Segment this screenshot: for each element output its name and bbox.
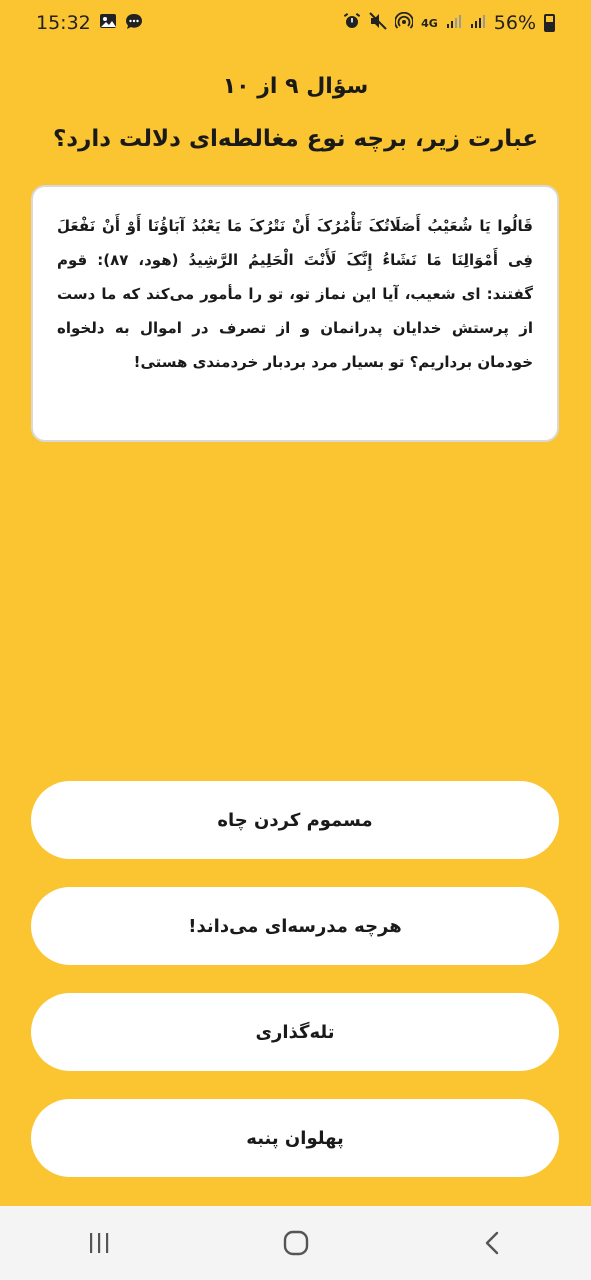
option-button-4[interactable]: پهلوان پنبه (31, 1099, 559, 1177)
navigation-bar (0, 1206, 591, 1280)
network-type: 4G (421, 16, 438, 30)
option-label: تله‌گذاری (255, 1021, 335, 1043)
recent-apps-icon[interactable] (69, 1223, 129, 1263)
back-icon[interactable] (463, 1223, 523, 1263)
hotspot-icon (394, 11, 414, 34)
status-bar: 15:32 4G 56% (0, 0, 591, 46)
signal-icon (470, 13, 486, 33)
option-button-2[interactable]: هرچه مدرسه‌ای می‌داند! (31, 887, 559, 965)
option-label: هرچه مدرسه‌ای می‌داند! (188, 915, 402, 937)
status-left: 15:32 (36, 12, 143, 34)
question-title: عبارت زیر، برچه نوع مغالطه‌ای دلالت دارد… (52, 126, 539, 152)
status-right: 4G 56% (343, 11, 555, 34)
option-label: مسموم کردن چاه (217, 809, 373, 831)
question-counter: سؤال ۹ از ۱۰ (222, 74, 369, 99)
gallery-icon (99, 12, 117, 34)
battery-icon (544, 14, 555, 32)
alarm-icon (343, 12, 361, 34)
signal-icon (446, 13, 462, 33)
option-button-1[interactable]: مسموم کردن چاه (31, 781, 559, 859)
chat-icon (125, 12, 143, 34)
home-icon[interactable] (266, 1223, 326, 1263)
clock: 15:32 (36, 12, 91, 34)
battery-percent: 56% (493, 12, 536, 34)
mute-icon (369, 12, 387, 34)
passage-card: قَالُوا یَا شُعَیْبُ أَصَلَاتُکَ تَأْمُر… (31, 185, 559, 442)
option-label: پهلوان پنبه (246, 1127, 344, 1149)
option-button-3[interactable]: تله‌گذاری (31, 993, 559, 1071)
passage-text: قَالُوا یَا شُعَیْبُ أَصَلَاتُکَ تَأْمُر… (57, 217, 533, 371)
